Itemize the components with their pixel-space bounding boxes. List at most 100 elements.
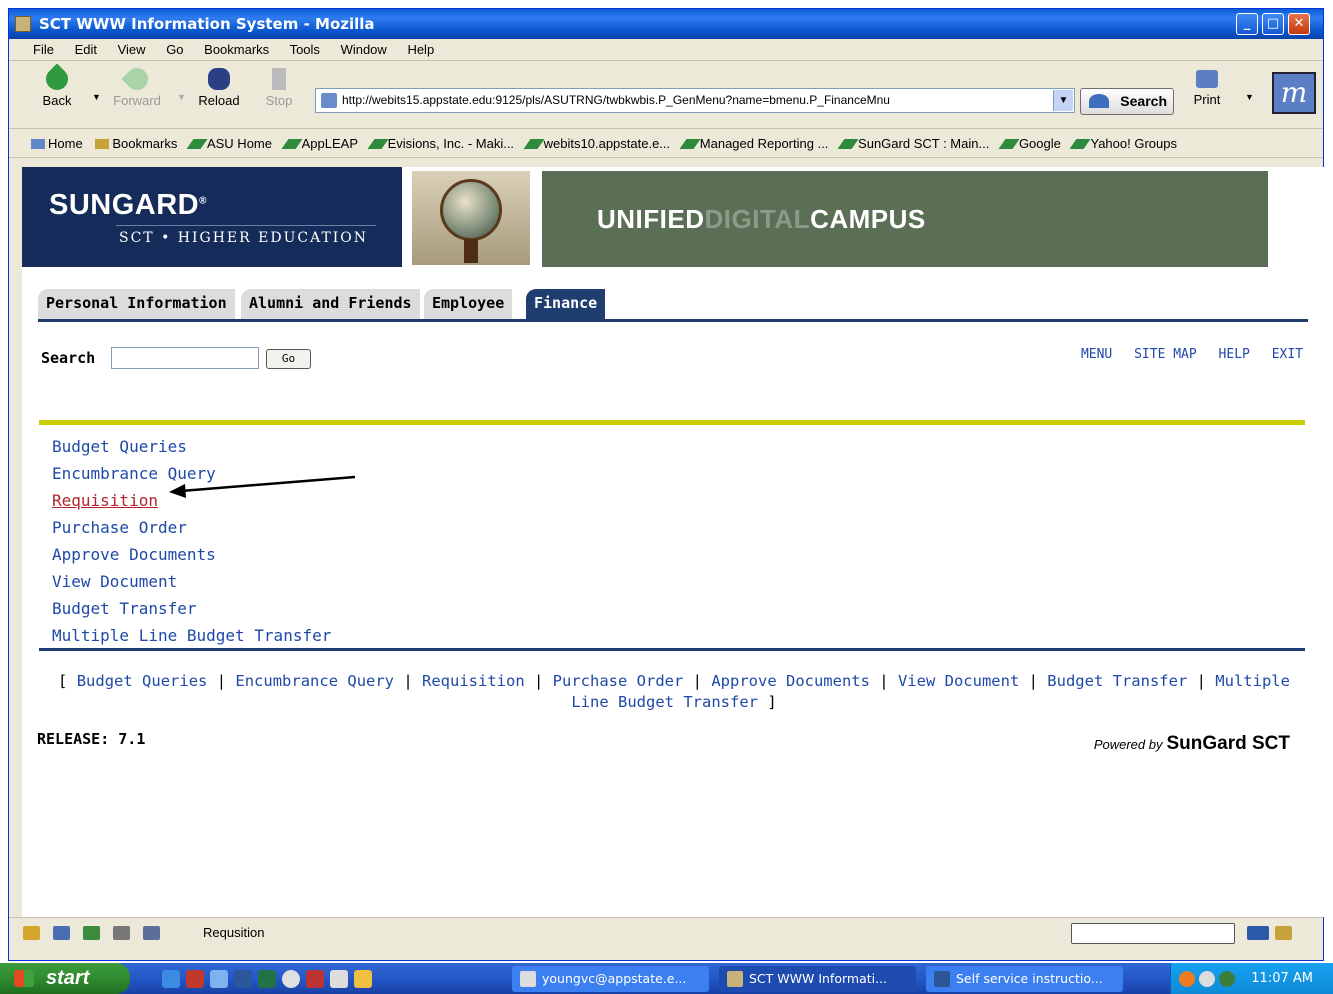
url-text: http://webits15.appstate.edu:9125/pls/AS… — [342, 93, 890, 107]
print-button[interactable]: Print — [1185, 70, 1229, 107]
status-bar: Requsition — [9, 917, 1323, 947]
app-icon — [15, 16, 31, 32]
close-button[interactable]: ✕ — [1288, 13, 1310, 35]
search-button[interactable]: Search — [1080, 88, 1174, 115]
task-self-service-doc[interactable]: Self service instructio... — [926, 966, 1123, 992]
menu-bookmarks[interactable]: Bookmarks — [204, 42, 269, 57]
url-bar[interactable]: http://webits15.appstate.edu:9125/pls/AS… — [315, 88, 1075, 113]
mozilla-quicklaunch-icon[interactable] — [186, 970, 204, 988]
mozilla-throbber-icon[interactable]: m — [1272, 72, 1316, 114]
messenger-icon[interactable] — [1219, 971, 1235, 987]
composer-icon[interactable] — [83, 926, 100, 940]
irc-chat-icon[interactable] — [143, 926, 160, 940]
menu-link-purchase-order[interactable]: Purchase Order — [52, 514, 331, 541]
print-dropdown-icon[interactable]: ▼ — [1245, 92, 1254, 102]
footer-link-requisition[interactable]: Requisition — [422, 672, 525, 690]
menu-view[interactable]: View — [118, 42, 146, 57]
udc-logo: UNIFIEDDIGITALCAMPUS — [597, 204, 926, 234]
menu-link[interactable]: MENU — [1081, 347, 1112, 362]
site-map-link[interactable]: SITE MAP — [1134, 347, 1197, 362]
maximize-button[interactable]: □ — [1262, 13, 1284, 35]
security-lock-icon[interactable] — [1275, 926, 1292, 940]
tab-finance[interactable]: Finance — [526, 289, 606, 319]
bookmark-icon — [367, 139, 389, 149]
menu-link-budget-queries[interactable]: Budget Queries — [52, 433, 331, 460]
task-sct-www[interactable]: SCT WWW Informati... — [719, 966, 916, 992]
menu-help[interactable]: Help — [407, 42, 434, 57]
network-icon[interactable] — [1199, 971, 1215, 987]
bookmark-sungard-sct[interactable]: SunGard SCT : Main... — [837, 130, 989, 158]
clock-quicklaunch-icon[interactable] — [354, 970, 372, 988]
menu-window[interactable]: Window — [341, 42, 387, 57]
brand-subtitle: SCT • HIGHER EDUCATION — [119, 230, 369, 246]
word-window-icon — [934, 971, 950, 987]
stop-icon — [272, 68, 286, 90]
clock: 11:07 AM — [1251, 971, 1313, 986]
stop-button[interactable]: Stop — [249, 68, 309, 108]
bookmark-asu-home[interactable]: ASU Home — [186, 130, 272, 158]
bookmark-home[interactable]: Home — [31, 130, 83, 158]
diamond-quicklaunch-icon[interactable] — [330, 970, 348, 988]
online-icon[interactable] — [1247, 926, 1269, 940]
system-tray: 11:07 AM — [1170, 963, 1333, 994]
bookmark-managed-reporting[interactable]: Managed Reporting ... — [679, 130, 828, 158]
menu-link-approve-documents[interactable]: Approve Documents — [52, 541, 331, 568]
finance-menu: Budget Queries Encumbrance Query Requisi… — [52, 433, 331, 649]
bookmark-icon — [1069, 139, 1091, 149]
back-button[interactable]: Back — [27, 63, 87, 108]
bookmark-google[interactable]: Google — [998, 130, 1061, 158]
ie-quicklaunch-icon[interactable] — [162, 970, 180, 988]
menu-link-budget-transfer[interactable]: Budget Transfer — [52, 595, 331, 622]
tray-toggle-icon[interactable] — [1179, 971, 1195, 987]
title-bar[interactable]: SCT WWW Information System - Mozilla _ □… — [9, 9, 1323, 39]
back-arrow-icon — [41, 63, 73, 95]
menu-tools[interactable]: Tools — [290, 42, 320, 57]
globe-stand — [464, 239, 478, 263]
forward-dropdown-icon[interactable]: ▼ — [177, 92, 186, 102]
globe-image — [412, 171, 530, 265]
sungard-logo: SUNGARD® — [49, 189, 207, 221]
footer-link-budget-transfer[interactable]: Budget Transfer — [1047, 672, 1187, 690]
help-link[interactable]: HELP — [1219, 347, 1250, 362]
address-book-icon[interactable] — [113, 926, 130, 940]
menu-go[interactable]: Go — [166, 42, 183, 57]
task-email[interactable]: youngvc@appstate.e... — [512, 966, 709, 992]
minimize-button[interactable]: _ — [1236, 13, 1258, 35]
outlook-quicklaunch-icon[interactable] — [210, 970, 228, 988]
menu-link-view-document[interactable]: View Document — [52, 568, 331, 595]
media-quicklaunch-icon[interactable] — [282, 970, 300, 988]
word-quicklaunch-icon[interactable] — [234, 970, 252, 988]
back-dropdown-icon[interactable]: ▼ — [92, 92, 101, 102]
footer-link-view-document[interactable]: View Document — [898, 672, 1019, 690]
exit-link[interactable]: EXIT — [1272, 347, 1303, 362]
bookmark-evisions[interactable]: Evisions, Inc. - Maki... — [367, 130, 514, 158]
excel-quicklaunch-icon[interactable] — [258, 970, 276, 988]
navigator-icon[interactable] — [23, 926, 40, 940]
footer-link-budget-queries[interactable]: Budget Queries — [77, 672, 208, 690]
tab-personal-information[interactable]: Personal Information — [38, 289, 235, 319]
bookmark-appleap[interactable]: AppLEAP — [281, 130, 358, 158]
menu-link-multiple-line-budget-transfer[interactable]: Multiple Line Budget Transfer — [52, 622, 331, 649]
app-quicklaunch-icon[interactable] — [306, 970, 324, 988]
go-button[interactable]: Go — [266, 349, 311, 369]
top-links: MENU SITE MAP HELP EXIT — [1067, 347, 1303, 362]
tab-employee[interactable]: Employee — [424, 289, 513, 319]
footer-link-encumbrance-query[interactable]: Encumbrance Query — [235, 672, 394, 690]
footer-link-approve-documents[interactable]: Approve Documents — [711, 672, 870, 690]
reload-button[interactable]: Reload — [189, 68, 249, 108]
start-button[interactable]: start — [0, 963, 130, 994]
bookmark-bookmarks[interactable]: Bookmarks — [95, 130, 177, 158]
forward-button[interactable]: Forward — [107, 63, 167, 108]
search-label: Search — [41, 349, 96, 367]
window-title: SCT WWW Information System - Mozilla — [39, 15, 375, 33]
footer-link-purchase-order[interactable]: Purchase Order — [553, 672, 684, 690]
url-dropdown-icon[interactable]: ▼ — [1053, 90, 1073, 111]
bookmark-yahoo-groups[interactable]: Yahoo! Groups — [1069, 130, 1177, 158]
search-input[interactable] — [111, 347, 259, 369]
menu-edit[interactable]: Edit — [75, 42, 97, 57]
mail-icon[interactable] — [53, 926, 70, 940]
bookmark-webits10[interactable]: webits10.appstate.e... — [523, 130, 670, 158]
menu-file[interactable]: File — [33, 42, 54, 57]
tab-alumni-and-friends[interactable]: Alumni and Friends — [241, 289, 420, 319]
navigation-toolbar: Back ▼ Forward ▼ Reload Stop http://webi… — [9, 62, 1323, 129]
